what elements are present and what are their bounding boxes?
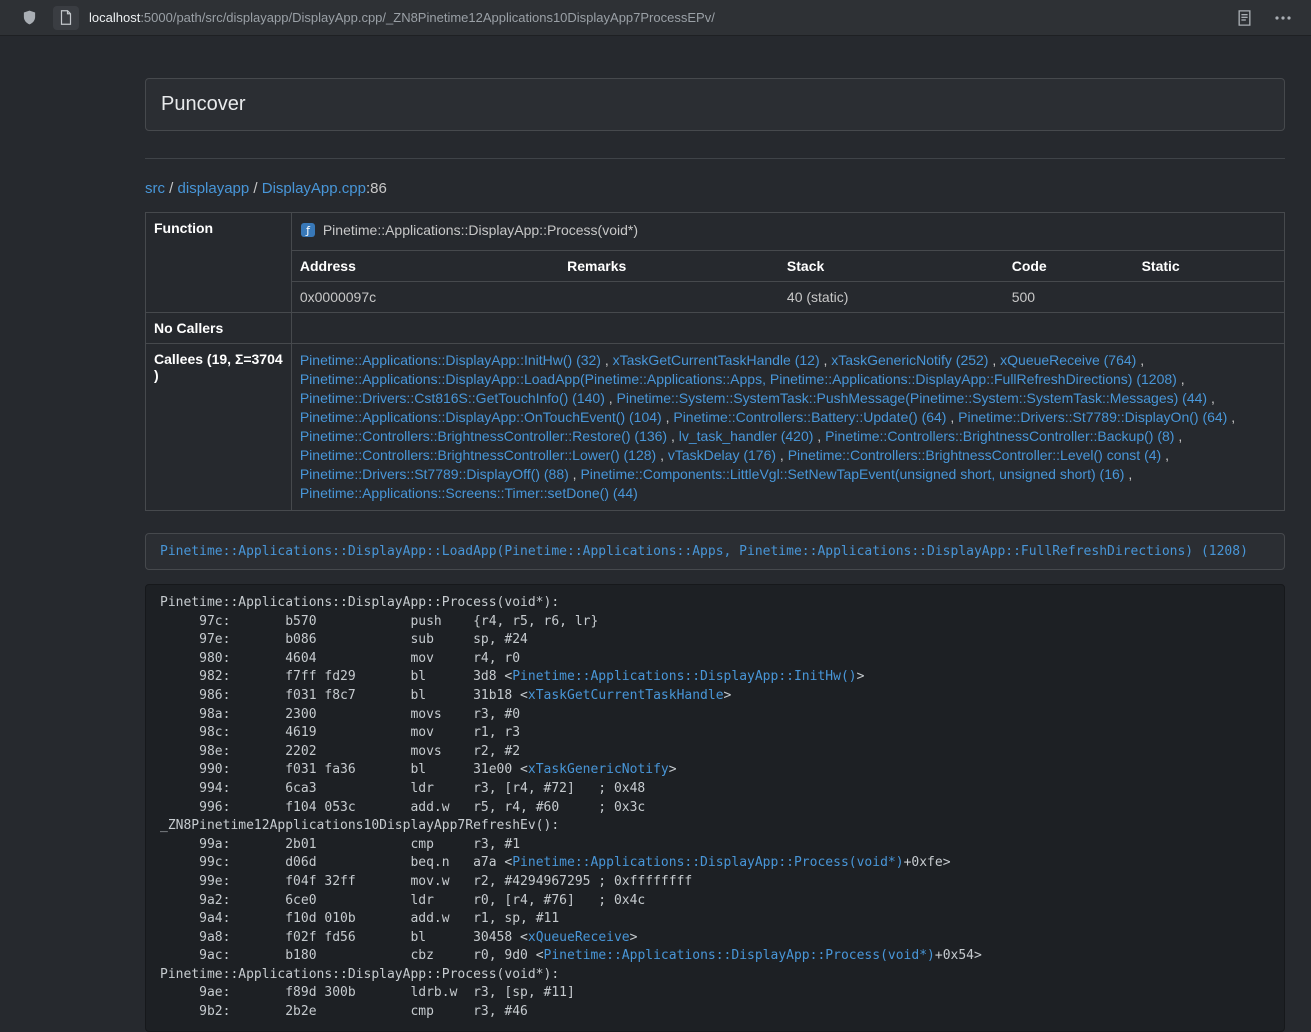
menu-icon[interactable]: [1275, 16, 1291, 20]
callee-link[interactable]: Pinetime::Controllers::Battery::Update()…: [673, 409, 946, 425]
shield-icon[interactable]: [22, 9, 37, 26]
symbol-value-cell: 500: [1004, 282, 1134, 313]
callee-link[interactable]: Pinetime::Controllers::BrightnessControl…: [300, 428, 667, 444]
breadcrumb: src / displayapp / DisplayApp.cpp:86: [145, 179, 1285, 199]
callee-link[interactable]: Pinetime::Drivers::St7789::DisplayOn() (…: [958, 409, 1227, 425]
page-icon: [60, 10, 72, 25]
callee-link[interactable]: vTaskDelay (176): [668, 447, 776, 463]
symbol-link[interactable]: Pinetime::Applications::DisplayApp::Proc…: [512, 855, 903, 870]
function-name: Pinetime::Applications::DisplayApp::Proc…: [323, 222, 638, 238]
symbol-columns-row: AddressRemarksStackCodeStatic: [146, 251, 1285, 282]
toolbar-actions: [1238, 10, 1297, 26]
callee-link[interactable]: Pinetime::Applications::DisplayApp::Load…: [300, 371, 1177, 387]
loadapp-panel: Pinetime::Applications::DisplayApp::Load…: [145, 533, 1285, 570]
breadcrumb-link[interactable]: src: [145, 180, 165, 197]
callee-link[interactable]: xTaskGetCurrentTaskHandle (12): [613, 352, 820, 368]
callee-link[interactable]: Pinetime::Applications::Screens::Timer::…: [300, 485, 638, 501]
title-panel: Puncover: [145, 78, 1285, 131]
divider: [145, 158, 1285, 159]
callees-row-header: Callees (19, Σ=3704 ): [146, 344, 292, 511]
symbol-column-header: Static: [1134, 251, 1285, 282]
no-callers-row-header: No Callers: [146, 313, 292, 344]
page-title: Puncover: [161, 93, 1269, 116]
callee-link[interactable]: Pinetime::Drivers::Cst816S::GetTouchInfo…: [300, 390, 605, 406]
callee-link[interactable]: xQueueReceive (764): [1000, 352, 1136, 368]
browser-chrome: localhost:5000/path/src/displayapp/Displ…: [0, 0, 1311, 36]
symbol-value-cell: 0x0000097c: [291, 282, 559, 313]
symbol-link[interactable]: xTaskGenericNotify: [528, 762, 669, 777]
page-content: Puncover src / displayapp / DisplayApp.c…: [145, 36, 1285, 1032]
symbol-column-header: Remarks: [559, 251, 779, 282]
symbol-column-header: Address: [291, 251, 559, 282]
url-host: localhost: [89, 10, 140, 25]
breadcrumb-link[interactable]: DisplayApp.cpp: [262, 180, 366, 197]
callee-link[interactable]: Pinetime::Controllers::BrightnessControl…: [300, 447, 656, 463]
symbol-column-header: Code: [1004, 251, 1134, 282]
function-row-header: Function: [146, 213, 292, 313]
symbol-link[interactable]: Pinetime::Applications::DisplayApp::Proc…: [544, 948, 935, 963]
callee-link[interactable]: lv_task_handler (420): [679, 428, 814, 444]
symbol-value-cell: 40 (static): [779, 282, 1004, 313]
no-callers-cell: [291, 313, 1284, 344]
breadcrumb-separator: /: [249, 180, 262, 197]
breadcrumb-links: src / displayapp / DisplayApp.cpp: [145, 180, 366, 197]
symbol-column-header: Stack: [779, 251, 1004, 282]
reader-mode-icon[interactable]: [1238, 10, 1251, 26]
callee-link[interactable]: Pinetime::Components::LittleVgl::SetNewT…: [580, 466, 1124, 482]
url-bar[interactable]: localhost:5000/path/src/displayapp/Displ…: [89, 10, 715, 25]
page-info-button[interactable]: [53, 6, 79, 30]
callee-link[interactable]: xTaskGenericNotify (252): [831, 352, 988, 368]
callee-link[interactable]: Pinetime::Drivers::St7789::DisplayOff() …: [300, 466, 569, 482]
symbol-value-cell: [1134, 282, 1285, 313]
disassembly-code: Pinetime::Applications::DisplayApp::Proc…: [145, 584, 1285, 1032]
callee-link[interactable]: Pinetime::System::SystemTask::PushMessag…: [617, 390, 1208, 406]
callee-link[interactable]: Pinetime::Controllers::BrightnessControl…: [825, 428, 1174, 444]
symbol-link[interactable]: xQueueReceive: [528, 930, 630, 945]
function-icon: ƒ: [300, 222, 316, 243]
callee-link[interactable]: Pinetime::Controllers::BrightnessControl…: [788, 447, 1161, 463]
function-name-cell: ƒ Pinetime::Applications::DisplayApp::Pr…: [291, 213, 1284, 251]
symbol-link[interactable]: Pinetime::Applications::DisplayApp::Init…: [512, 669, 856, 684]
function-table: Function ƒ Pinetime::Applications::Displ…: [145, 212, 1285, 511]
breadcrumb-separator: /: [165, 180, 178, 197]
callee-link[interactable]: Pinetime::Applications::DisplayApp::Init…: [300, 352, 601, 368]
breadcrumb-link[interactable]: displayapp: [178, 180, 250, 197]
url-path: :5000/path/src/displayapp/DisplayApp.cpp…: [140, 10, 715, 25]
breadcrumb-line-number: :86: [366, 180, 387, 197]
symbol-values-row: 0x0000097c 40 (static)500: [146, 282, 1285, 313]
callees-cell: Pinetime::Applications::DisplayApp::Init…: [291, 344, 1284, 511]
loadapp-symbol-link[interactable]: Pinetime::Applications::DisplayApp::Load…: [160, 544, 1270, 559]
symbol-link[interactable]: xTaskGetCurrentTaskHandle: [528, 688, 724, 703]
symbol-value-cell: [559, 282, 779, 313]
callee-link[interactable]: Pinetime::Applications::DisplayApp::OnTo…: [300, 409, 662, 425]
